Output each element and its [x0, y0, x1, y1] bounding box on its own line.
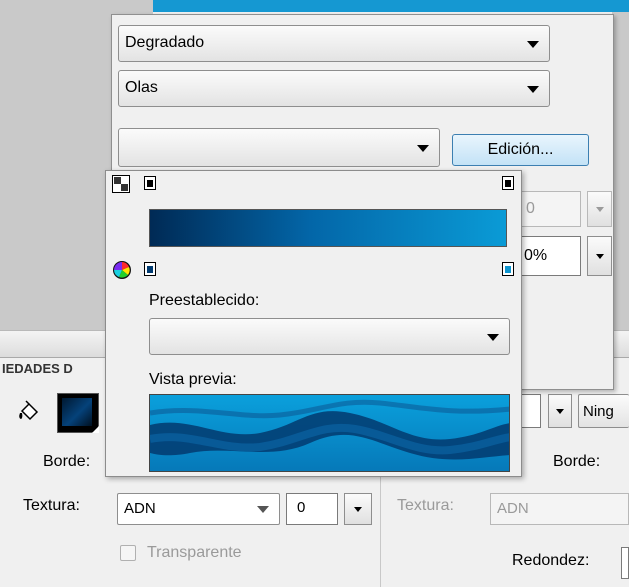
roundness-input[interactable]	[621, 547, 629, 579]
edit-button[interactable]: Edición...	[452, 134, 589, 166]
roundness-label: Redondez:	[512, 552, 590, 569]
texture-select-left[interactable]: ADN	[117, 493, 280, 525]
paint-bucket-icon[interactable]	[16, 399, 42, 425]
gradient-style-select[interactable]: Olas	[118, 70, 550, 107]
color-wheel-icon[interactable]	[112, 260, 132, 280]
texture-label-left: Textura:	[23, 497, 80, 514]
preset-label: Preestablecido:	[149, 292, 260, 309]
disabled-value-dropdown[interactable]	[587, 191, 612, 227]
preview-label: Vista previa:	[149, 371, 237, 388]
color-stop-right-icon[interactable]	[502, 262, 514, 276]
checker-icon[interactable]	[112, 175, 130, 193]
chevron-down-icon	[417, 144, 429, 152]
texture-number-dropdown[interactable]	[344, 493, 372, 525]
texture-label-right: Textura:	[397, 497, 454, 514]
properties-title: IEDADES D	[2, 361, 73, 376]
preset-select[interactable]	[149, 318, 510, 355]
border-width-dropdown[interactable]	[548, 394, 572, 428]
texture-select-right[interactable]: ADN	[490, 493, 629, 525]
chevron-down-icon	[487, 333, 499, 341]
gradient-preview	[149, 394, 510, 472]
fill-color-swatch[interactable]	[57, 393, 99, 433]
gradient-bar[interactable]	[149, 209, 507, 247]
chevron-down-icon	[257, 506, 269, 513]
disabled-value-input[interactable]: 0	[519, 191, 581, 227]
gradient-preset-select[interactable]	[118, 128, 440, 167]
color-stop-left-icon[interactable]	[144, 262, 156, 276]
fill-type-select[interactable]: Degradado	[118, 25, 550, 62]
chevron-down-icon	[527, 40, 539, 48]
canvas-right-area	[612, 12, 629, 332]
border-label-left: Borde:	[43, 453, 91, 470]
canvas-top-strip	[153, 0, 629, 12]
percent-input[interactable]: 0%	[519, 236, 581, 276]
transparent-label: Transparente	[147, 544, 242, 561]
texture-number-input[interactable]: 0	[286, 493, 338, 525]
opacity-stop-left-icon[interactable]	[144, 176, 156, 190]
chevron-down-icon	[527, 85, 539, 93]
border-label-right: Borde:	[553, 453, 601, 470]
border-style-select[interactable]: Ning	[578, 394, 629, 428]
opacity-stop-right-icon[interactable]	[502, 176, 514, 190]
percent-dropdown[interactable]	[587, 236, 612, 276]
transparent-checkbox[interactable]	[120, 545, 136, 561]
